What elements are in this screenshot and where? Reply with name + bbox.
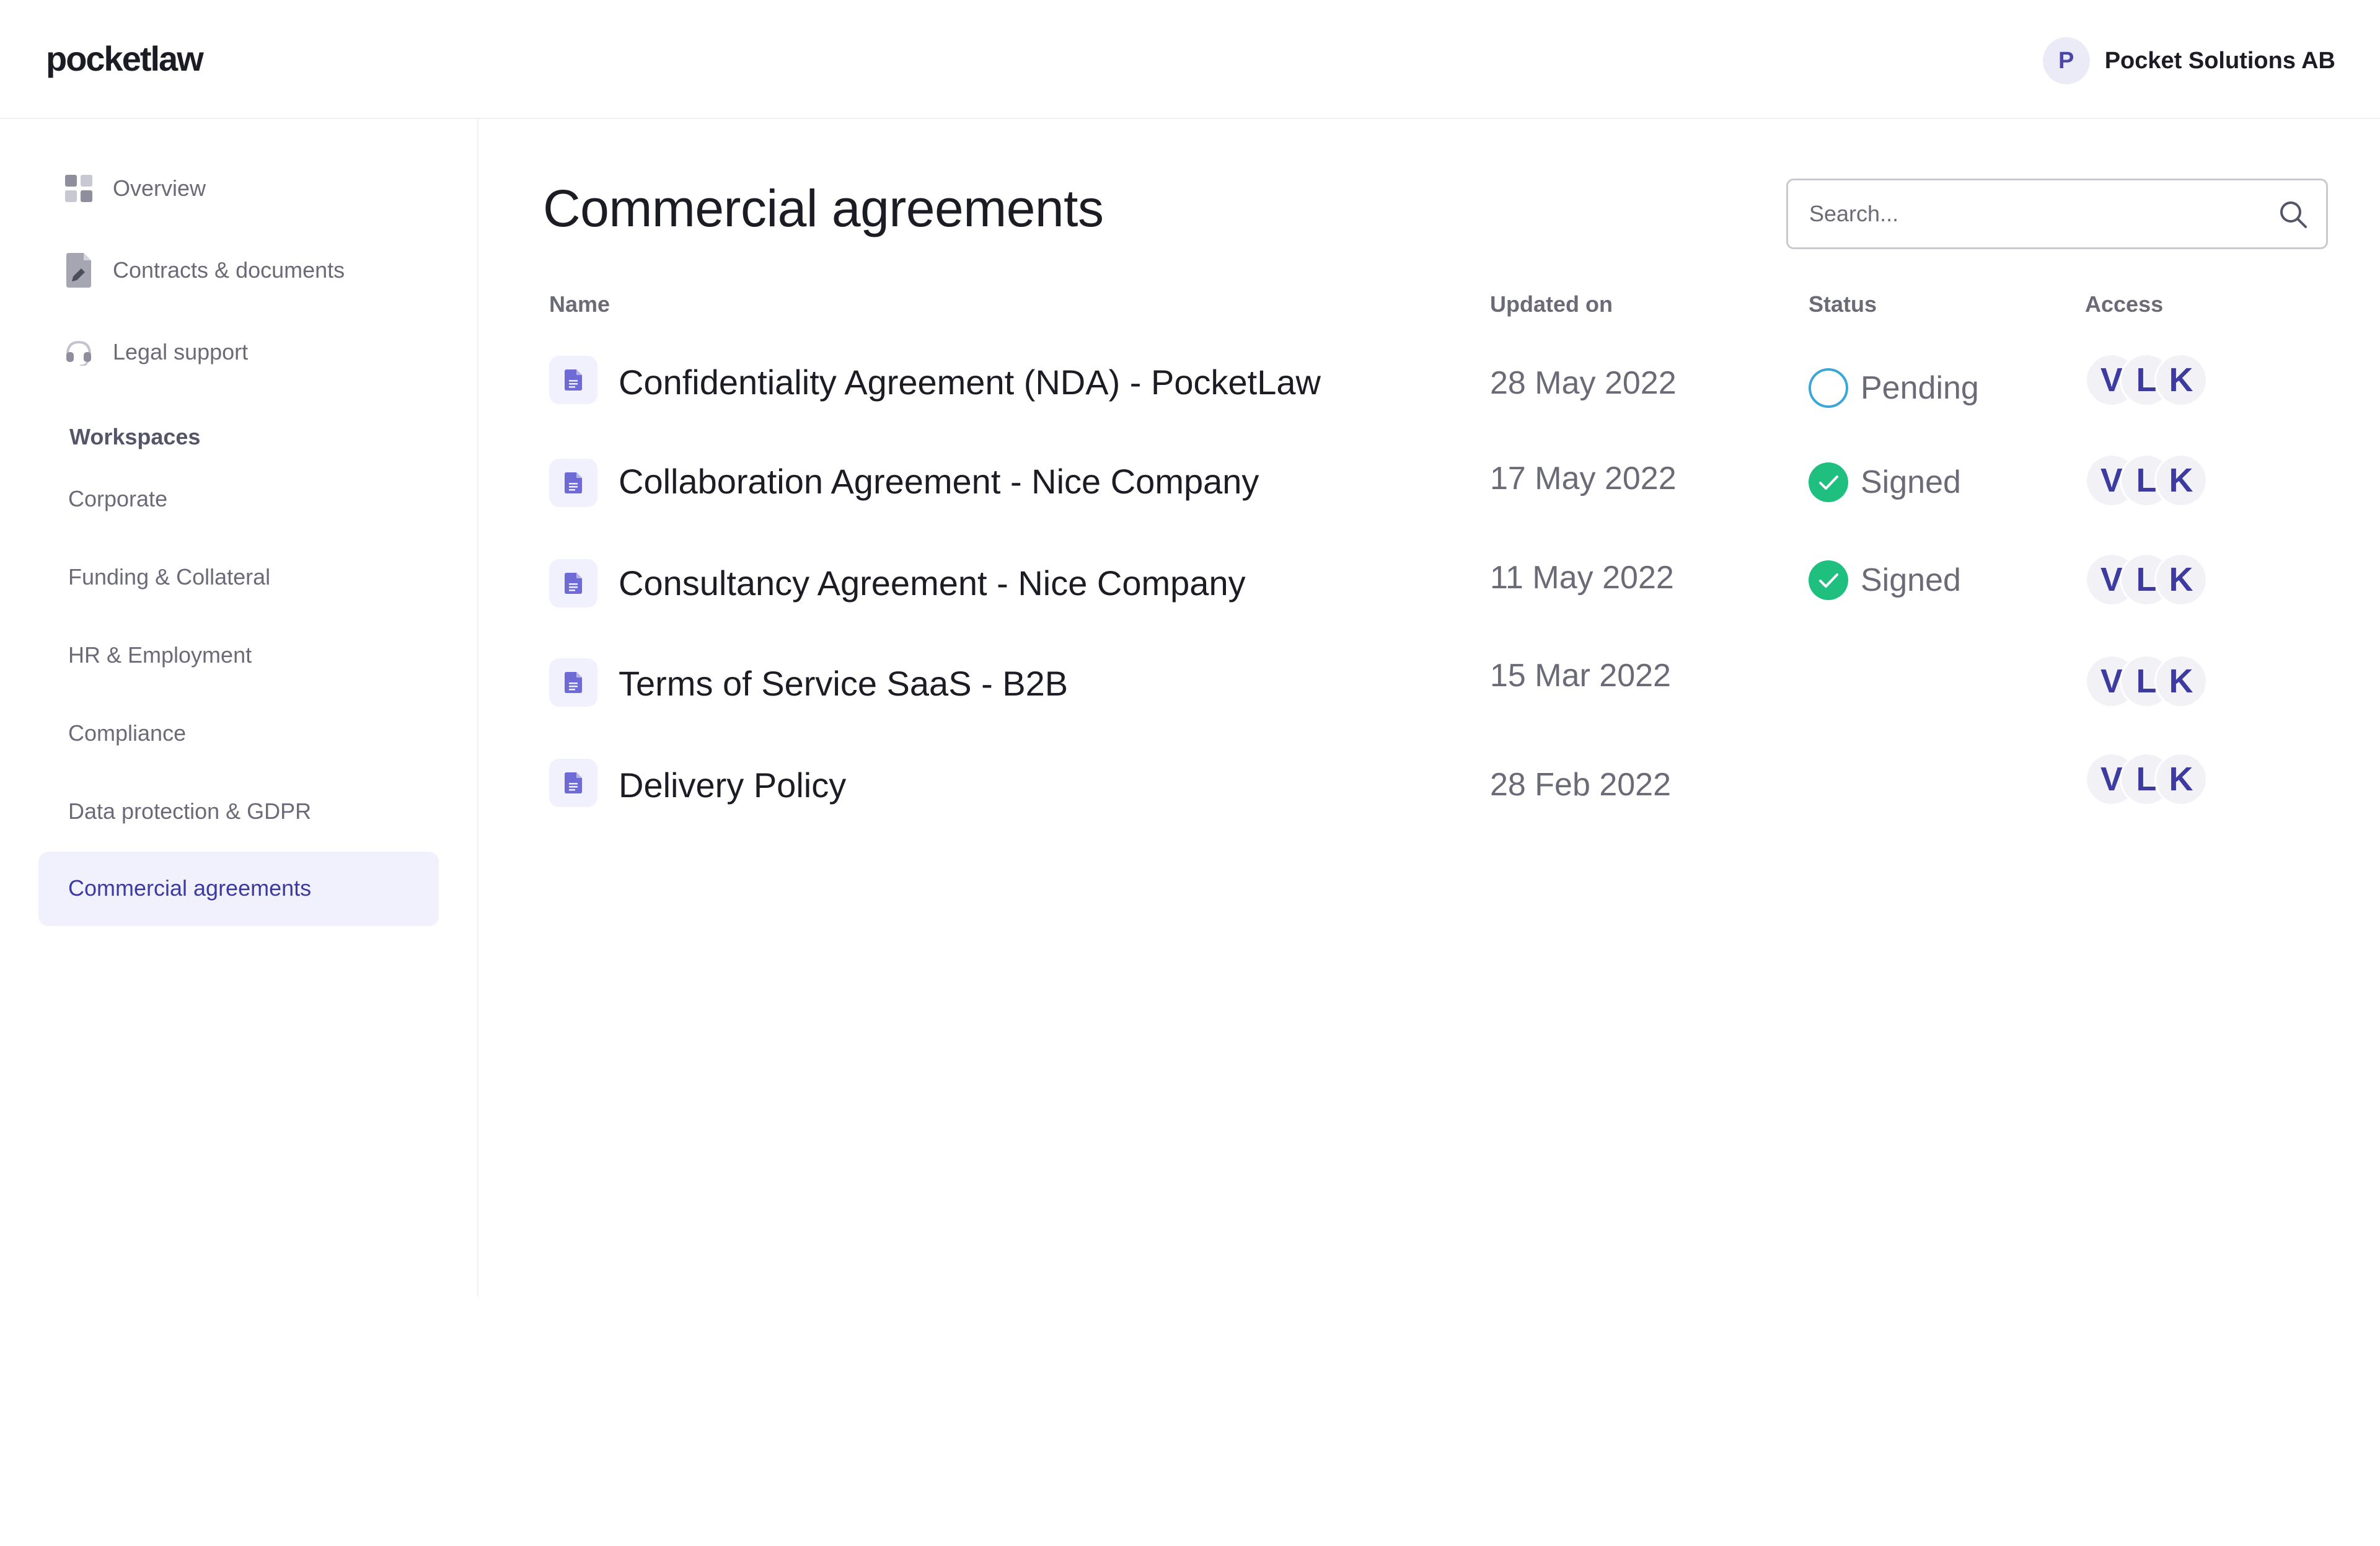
- column-header-access[interactable]: Access: [2085, 291, 2163, 317]
- table-row[interactable]: Confidentiality Agreement (NDA) - Pocket…: [0, 353, 2380, 418]
- avatar: K: [2154, 655, 2208, 708]
- avatar: K: [2154, 753, 2208, 806]
- page-title: Commercial agreements: [543, 179, 1104, 237]
- status-label: Signed: [1861, 464, 1961, 500]
- avatar: K: [2154, 353, 2208, 407]
- sidebar-item-overview[interactable]: Overview: [64, 170, 206, 207]
- document-name[interactable]: Collaboration Agreement - Nice Company: [619, 461, 1259, 501]
- column-header-name[interactable]: Name: [549, 291, 610, 317]
- status-label: Signed: [1861, 562, 1961, 598]
- access-avatars[interactable]: V L K: [2085, 753, 2208, 806]
- table-row[interactable]: Consultancy Agreement - Nice Company 11 …: [0, 553, 2380, 621]
- document-icon: [549, 759, 597, 807]
- access-avatars[interactable]: V L K: [2085, 553, 2208, 606]
- updated-date: 17 May 2022: [1490, 461, 1677, 497]
- updated-date: 11 May 2022: [1490, 560, 1674, 596]
- check-circle-icon: [1809, 560, 1848, 600]
- table-row[interactable]: Delivery Policy 28 Feb 2022 V L K: [0, 753, 2380, 821]
- column-header-updated[interactable]: Updated on: [1490, 291, 1613, 317]
- status-label: Pending: [1861, 370, 1979, 406]
- grid-icon: [64, 170, 93, 207]
- sidebar-item-commercial-agreements[interactable]: Commercial agreements: [38, 852, 439, 926]
- check-circle-icon: [1809, 462, 1848, 502]
- document-name[interactable]: Terms of Service SaaS - B2B: [619, 663, 1068, 704]
- access-avatars[interactable]: V L K: [2085, 655, 2208, 708]
- sidebar-item-contracts[interactable]: Contracts & documents: [64, 252, 345, 289]
- sidebar-item-label: Contracts & documents: [113, 257, 345, 283]
- account-switcher[interactable]: P Pocket Solutions AB: [2042, 37, 2335, 84]
- search-icon[interactable]: [2278, 199, 2309, 230]
- document-name[interactable]: Consultancy Agreement - Nice Company: [619, 563, 1246, 603]
- document-name[interactable]: Delivery Policy: [619, 765, 846, 805]
- document-edit-icon: [64, 252, 93, 289]
- updated-date: 15 Mar 2022: [1490, 658, 1671, 694]
- avatar: K: [2154, 553, 2208, 606]
- workspaces-heading: Workspaces: [69, 424, 201, 449]
- updated-date: 28 May 2022: [1490, 365, 1677, 401]
- search-box[interactable]: [1786, 179, 2328, 249]
- status-badge: Signed: [1807, 559, 1961, 601]
- status-badge: Signed: [1807, 461, 1961, 503]
- pending-icon: [1809, 368, 1848, 408]
- status-badge: Pending: [1807, 367, 1979, 409]
- pocketlaw-logo[interactable]: pocketlaw: [46, 38, 204, 79]
- updated-date: 28 Feb 2022: [1490, 767, 1672, 803]
- sidebar-item-label: Commercial agreements: [68, 875, 312, 901]
- sidebar-item-label: Overview: [113, 175, 206, 201]
- document-icon: [549, 356, 597, 404]
- sidebar-item-compliance[interactable]: Compliance: [68, 720, 186, 746]
- search-input[interactable]: [1809, 180, 2268, 247]
- column-header-status[interactable]: Status: [1809, 291, 1877, 317]
- table-row[interactable]: Collaboration Agreement - Nice Company 1…: [0, 454, 2380, 521]
- top-header: pocketlaw P Pocket Solutions AB: [0, 0, 2380, 119]
- account-avatar: P: [2042, 37, 2090, 84]
- document-name[interactable]: Confidentiality Agreement (NDA) - Pocket…: [619, 362, 1321, 402]
- access-avatars[interactable]: V L K: [2085, 454, 2208, 507]
- document-icon: [549, 559, 597, 607]
- document-icon: [549, 658, 597, 707]
- table-row[interactable]: Terms of Service SaaS - B2B 15 Mar 2022 …: [0, 655, 2380, 720]
- avatar: K: [2154, 454, 2208, 507]
- document-icon: [549, 459, 597, 507]
- access-avatars[interactable]: V L K: [2085, 353, 2208, 407]
- account-name: Pocket Solutions AB: [2104, 47, 2335, 74]
